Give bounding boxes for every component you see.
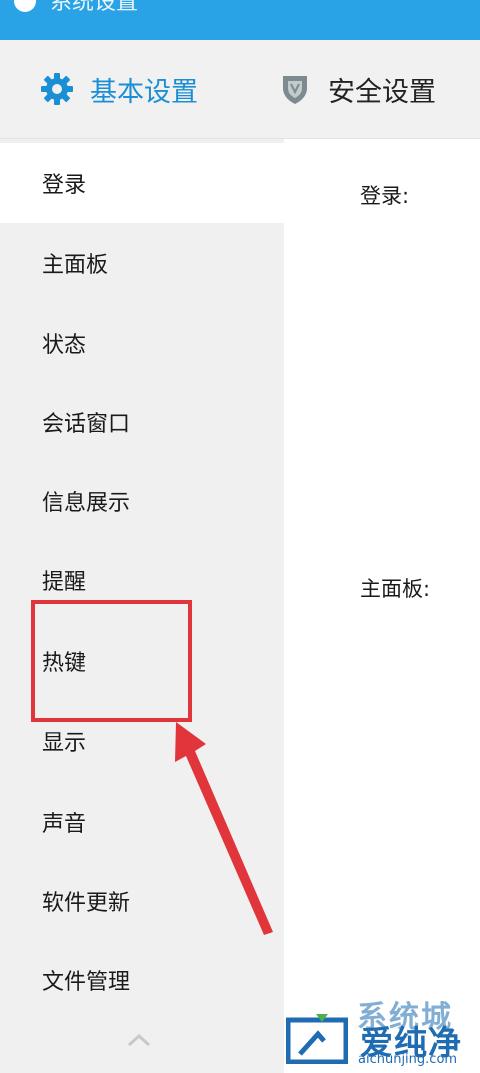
tab-basic-settings-label: 基本设置 <box>90 76 198 108</box>
shield-icon <box>276 70 314 108</box>
login-section-heading: 登录: <box>360 184 410 208</box>
sidebar-item-sound[interactable]: 声音 <box>0 782 284 862</box>
highlight-box <box>31 600 192 722</box>
sidebar-item-chat-window[interactable]: 会话窗口 <box>0 382 284 462</box>
sidebar-item-label: 会话窗口 <box>42 412 131 437</box>
sidebar-item-label: 主面板 <box>42 253 109 278</box>
tab-security-settings-label: 安全设置 <box>328 76 436 108</box>
sidebar-item-info-display[interactable]: 信息展示 <box>0 461 284 541</box>
qq-penguin-icon <box>14 0 36 12</box>
chevron-up-icon[interactable] <box>124 1028 154 1052</box>
sidebar-item-software-update[interactable]: 软件更新 <box>0 861 284 941</box>
sidebar-item-status[interactable]: 状态 <box>0 303 284 383</box>
sidebar-item-label: 声音 <box>42 812 87 837</box>
site-watermark: 系统城 爱纯净 aichunjing.com <box>280 990 480 1073</box>
sidebar-item-label: 信息展示 <box>42 491 131 516</box>
tab-security-settings[interactable]: 安全设置 <box>276 40 436 138</box>
settings-tab-bar: 基本设置 安全设置 <box>0 40 480 139</box>
sidebar-item-label: 显示 <box>42 731 87 756</box>
sidebar-item-label: 文件管理 <box>42 970 131 995</box>
title-bar: 系统设置 <box>0 0 480 40</box>
sidebar-item-label: 状态 <box>42 333 87 358</box>
watermark-url: aichunjing.com <box>358 1052 458 1067</box>
sidebar-item-main-panel[interactable]: 主面板 <box>0 223 284 303</box>
window-title: 系统设置 <box>50 0 139 15</box>
watermark-logo-icon <box>286 1014 348 1064</box>
main-panel-section-heading: 主面板: <box>360 577 431 601</box>
sidebar-item-login[interactable]: 登录 <box>0 143 284 223</box>
sidebar-item-label: 软件更新 <box>42 891 131 916</box>
sidebar-item-file-management[interactable]: 文件管理 <box>0 940 284 1020</box>
sidebar-item-label: 提醒 <box>42 570 87 595</box>
gear-icon <box>38 70 76 108</box>
sidebar-item-label: 登录 <box>42 173 87 198</box>
tab-basic-settings[interactable]: 基本设置 <box>38 40 198 138</box>
